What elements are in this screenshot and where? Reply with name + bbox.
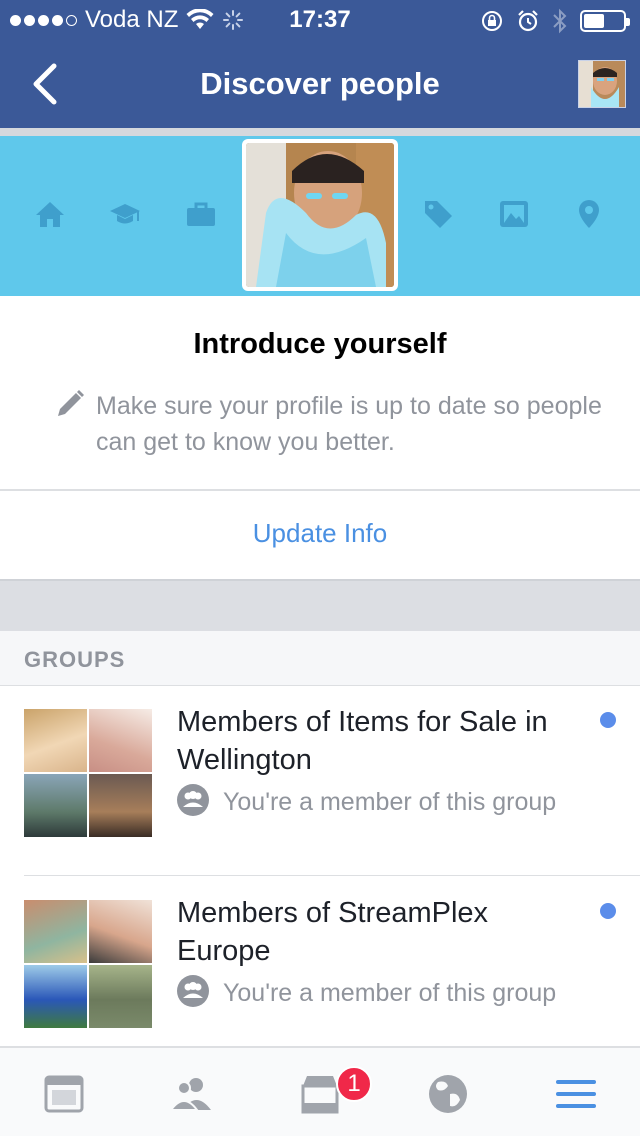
bluetooth-icon xyxy=(553,8,567,34)
group-members-icon xyxy=(177,784,209,816)
section-spacer xyxy=(0,579,640,631)
unread-indicator xyxy=(600,712,616,728)
tab-bar xyxy=(0,1046,640,1136)
intro-title: Introduce yourself xyxy=(193,328,447,360)
battery-icon xyxy=(580,10,630,32)
news-feed-icon[interactable] xyxy=(42,1072,86,1116)
page-title: Discover people xyxy=(200,66,440,101)
friends-icon[interactable] xyxy=(170,1072,214,1116)
notification-badge: 1 xyxy=(336,1066,372,1102)
location-icon xyxy=(579,200,599,228)
home-icon xyxy=(36,202,64,227)
profile-banner xyxy=(0,136,640,296)
marketplace-icon[interactable] xyxy=(298,1072,342,1116)
alarm-icon xyxy=(518,10,538,32)
status-bar: Voda NZ 17:37 xyxy=(0,0,640,40)
update-info-button[interactable]: Update Info xyxy=(0,518,640,549)
group-name: Members of StreamPlex Europe xyxy=(177,897,489,967)
avatar[interactable] xyxy=(578,60,626,108)
group-members-icon xyxy=(177,975,209,1007)
groups-header-label: GROUPS xyxy=(24,647,126,672)
list-item[interactable]: Members of StreamPlex Europe You're a me… xyxy=(0,878,640,1068)
group-membership: You're a member of this group xyxy=(177,784,577,820)
education-icon xyxy=(110,204,140,224)
group-photo-collage xyxy=(24,709,152,837)
group-membership-text: You're a member of this group xyxy=(223,979,557,1007)
unread-indicator xyxy=(600,903,616,919)
status-indicators xyxy=(480,8,630,34)
nav-divider xyxy=(0,128,640,136)
pencil-icon xyxy=(58,390,84,416)
row-divider xyxy=(24,875,640,876)
list-item[interactable]: Members of Items for Sale in Wellington … xyxy=(0,687,640,877)
work-icon xyxy=(187,202,215,226)
navigation-bar: Discover people xyxy=(0,40,640,128)
rotation-lock-icon xyxy=(482,11,502,31)
tag-icon xyxy=(425,201,452,228)
menu-icon[interactable] xyxy=(554,1072,598,1116)
group-photo-collage xyxy=(24,900,152,1028)
group-membership-text: You're a member of this group xyxy=(223,788,557,816)
groups-header: GROUPS xyxy=(0,631,640,686)
photo-icon xyxy=(500,201,528,227)
intro-description: Make sure your profile is up to date so … xyxy=(96,392,602,456)
divider xyxy=(0,489,640,491)
notifications-globe-icon[interactable] xyxy=(426,1072,470,1116)
group-name: Members of Items for Sale in Wellington xyxy=(177,706,548,776)
group-membership: You're a member of this group xyxy=(177,975,577,1011)
profile-photo[interactable] xyxy=(242,139,398,291)
